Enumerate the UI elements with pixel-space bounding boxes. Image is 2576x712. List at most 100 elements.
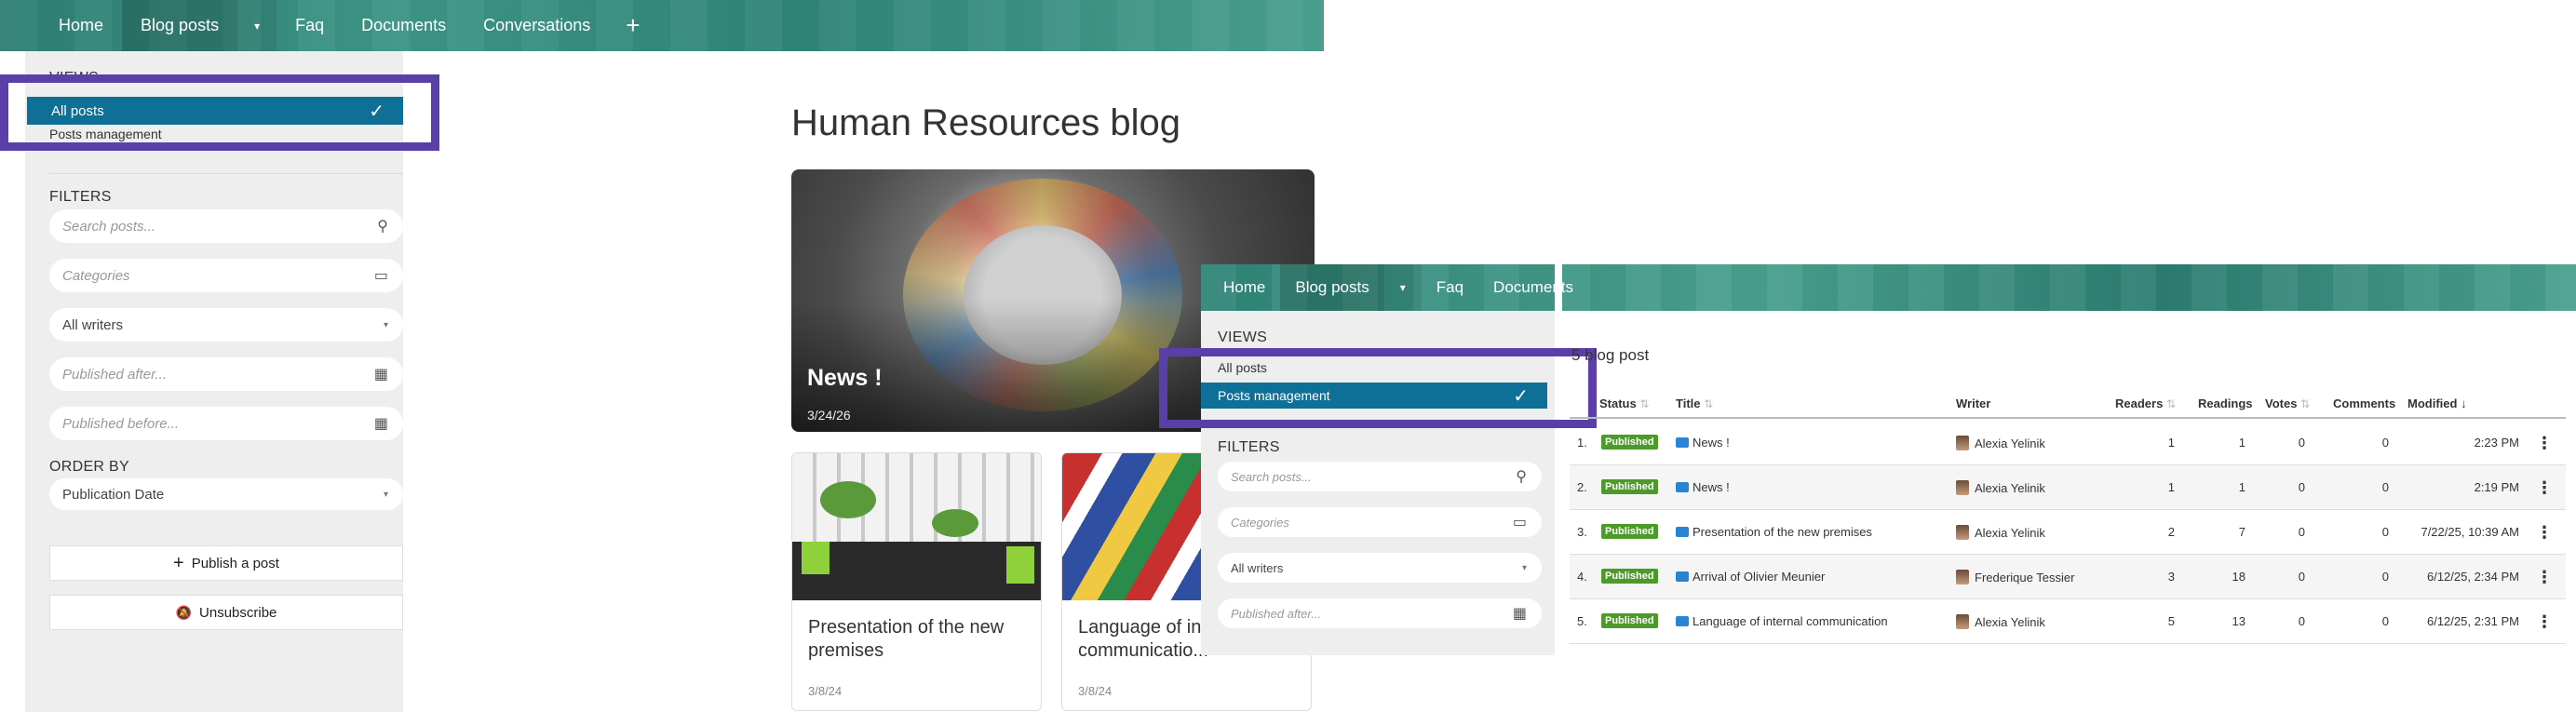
nav-faq[interactable]: Faq	[1422, 264, 1478, 311]
table-row[interactable]: 5. Published Language of internal commun…	[1570, 599, 2566, 644]
search-input[interactable]: Search posts... ⚲	[1218, 462, 1542, 491]
filters-label: FILTERS	[49, 189, 112, 205]
add-tab-icon[interactable]: +	[609, 11, 656, 40]
row-writer: Alexia Yelinik	[1956, 525, 2045, 540]
nav-blog-posts[interactable]: Blog posts	[1280, 264, 1384, 311]
col-comments[interactable]: Comments	[2333, 396, 2395, 410]
writers-value: All writers	[62, 316, 124, 333]
overlay-main-nav: Home Blog posts ▾ Faq Documents	[1208, 264, 1588, 311]
table-row[interactable]: 1. Published News ! Alexia Yelinik 1 1 0…	[1570, 421, 2566, 465]
more-icon[interactable]: ⋮	[2536, 523, 2553, 543]
avatar	[1956, 525, 1969, 540]
categories-field[interactable]: Categories ▭	[1218, 507, 1542, 537]
row-votes: 0	[2298, 614, 2305, 628]
published-after-field[interactable]: Published after... ▦	[49, 357, 403, 391]
chevron-down-icon: ▾	[383, 489, 388, 500]
post-card[interactable]: Presentation of the new premises 3/8/24	[791, 452, 1042, 711]
writers-select[interactable]: All writers ▾	[49, 308, 403, 342]
row-title[interactable]: News !	[1676, 480, 1730, 494]
row-writer-name: Alexia Yelinik	[1975, 481, 2045, 495]
col-title[interactable]: Title ⇅	[1676, 396, 1713, 410]
publish-post-button[interactable]: + Publish a post	[49, 545, 403, 581]
nav-blog-posts[interactable]: Blog posts	[122, 0, 238, 51]
views-label: VIEWS	[1218, 329, 1268, 345]
row-writer-name: Alexia Yelinik	[1975, 526, 2045, 540]
calendar-icon: ▦	[1512, 606, 1527, 622]
row-readers: 3	[2167, 570, 2175, 584]
published-after-placeholder: Published after...	[62, 366, 168, 383]
row-modified: 6/12/25, 2:31 PM	[2426, 614, 2519, 628]
col-status[interactable]: Status ⇅	[1599, 396, 1649, 410]
nav-home[interactable]: Home	[1208, 264, 1280, 311]
row-title[interactable]: Language of internal communication	[1676, 614, 1888, 628]
sort-icon: ⇅	[1639, 397, 1650, 410]
bell-off-icon: 🔕	[175, 605, 193, 620]
post-icon	[1676, 482, 1689, 492]
row-comments: 0	[2381, 570, 2389, 584]
folder-icon: ▭	[1512, 515, 1527, 531]
col-readings[interactable]: Readings	[2198, 396, 2253, 410]
nav-documents[interactable]: Documents	[343, 0, 465, 51]
row-writer-name: Alexia Yelinik	[1975, 615, 2045, 629]
writers-select[interactable]: All writers ▾	[1218, 553, 1542, 583]
search-icon: ⚲	[377, 219, 388, 235]
published-after-field[interactable]: Published after... ▦	[1218, 598, 1542, 628]
more-icon[interactable]: ⋮	[2536, 612, 2553, 632]
col-readers-label: Readers	[2115, 396, 2164, 410]
more-icon[interactable]: ⋮	[2536, 434, 2553, 453]
row-title-text: Presentation of the new premises	[1693, 525, 1872, 539]
divider	[49, 173, 403, 174]
post-icon	[1676, 527, 1689, 537]
unsubscribe-button[interactable]: 🔕 Unsubscribe	[49, 595, 403, 630]
row-readings: 7	[2238, 525, 2246, 539]
table-row[interactable]: 4. Published Arrival of Olivier Meunier …	[1570, 555, 2566, 599]
col-writer-label: Writer	[1956, 396, 1991, 410]
more-icon[interactable]: ⋮	[2536, 568, 2553, 587]
more-icon[interactable]: ⋮	[2536, 478, 2553, 498]
col-title-label: Title	[1676, 396, 1701, 410]
row-title-text: Arrival of Olivier Meunier	[1693, 570, 1826, 584]
row-title[interactable]: Presentation of the new premises	[1676, 525, 1872, 539]
row-writer: Alexia Yelinik	[1956, 436, 2045, 450]
row-modified: 7/22/25, 10:39 AM	[2421, 525, 2519, 539]
row-title-text: Language of internal communication	[1693, 614, 1888, 628]
publish-post-label: Publish a post	[191, 555, 279, 571]
highlight-box	[1159, 348, 1597, 428]
col-writer[interactable]: Writer	[1956, 396, 1990, 410]
row-index: 3.	[1577, 525, 1587, 539]
row-readings: 1	[2238, 436, 2246, 450]
avatar	[1956, 614, 1969, 629]
categories-field[interactable]: Categories ▭	[49, 259, 403, 292]
search-icon: ⚲	[1516, 469, 1527, 485]
writers-value: All writers	[1231, 560, 1284, 575]
sort-icon: ⇅	[1704, 397, 1714, 410]
table-row[interactable]: 2. Published News ! Alexia Yelinik 1 1 0…	[1570, 465, 2566, 510]
post-card-date: 3/8/24	[808, 684, 843, 698]
categories-placeholder: Categories	[1231, 515, 1289, 530]
status-badge: Published	[1601, 524, 1658, 539]
nav-conversations[interactable]: Conversations	[465, 0, 609, 51]
featured-post-title: News !	[807, 365, 883, 391]
col-readers[interactable]: Readers ⇅	[2115, 396, 2176, 410]
order-by-select[interactable]: Publication Date ▾	[49, 478, 403, 510]
chevron-down-icon[interactable]: ▾	[1383, 264, 1422, 311]
search-input[interactable]: Search posts... ⚲	[49, 209, 403, 243]
table-header: Status ⇅ Title ⇅ Writer Readers ⇅ Readin…	[1570, 389, 2566, 419]
nav-documents[interactable]: Documents	[1478, 264, 1588, 311]
row-readings: 1	[2238, 480, 2246, 494]
status-badge: Published	[1601, 613, 1658, 628]
row-votes: 0	[2298, 480, 2305, 494]
published-before-field[interactable]: Published before... ▦	[49, 407, 403, 440]
row-title[interactable]: News !	[1676, 436, 1730, 450]
nav-faq[interactable]: Faq	[276, 0, 343, 51]
col-modified[interactable]: Modified ↓	[2407, 396, 2467, 410]
row-comments: 0	[2381, 525, 2389, 539]
col-votes[interactable]: Votes ⇅	[2265, 396, 2310, 410]
table-row[interactable]: 3. Published Presentation of the new pre…	[1570, 510, 2566, 555]
chevron-down-icon: ▾	[1521, 562, 1527, 573]
nav-home[interactable]: Home	[40, 0, 122, 51]
highlight-box	[0, 74, 439, 151]
row-index: 2.	[1577, 480, 1587, 494]
chevron-down-icon[interactable]: ▾	[237, 0, 277, 51]
row-title[interactable]: Arrival of Olivier Meunier	[1676, 570, 1825, 584]
